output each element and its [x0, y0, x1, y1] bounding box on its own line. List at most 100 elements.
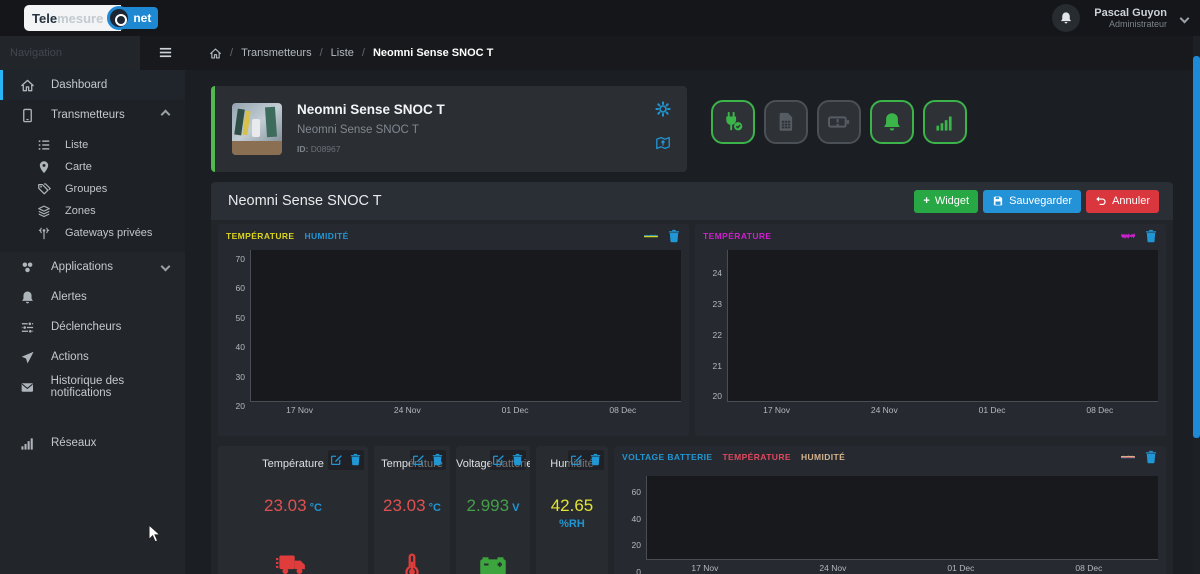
- battery-alert-icon: [827, 110, 851, 134]
- battery-alert-status-button[interactable]: [817, 100, 861, 144]
- menu-icon: [158, 45, 173, 60]
- user-role: Administrateur: [1108, 19, 1167, 30]
- delete-widget-button[interactable]: [1144, 448, 1158, 466]
- sidebar-item-carte[interactable]: Carte: [0, 156, 185, 178]
- layers-icon: [37, 204, 51, 218]
- bell-icon: [20, 290, 35, 305]
- undo-icon: [1095, 195, 1107, 207]
- save-button[interactable]: Sauvegarder: [983, 189, 1082, 213]
- app-logo[interactable]: Tele mesure net: [24, 5, 159, 31]
- widget-humidite: Humidité 42.65%RH: [536, 446, 608, 574]
- widget-value: 42.65: [550, 496, 594, 515]
- sim-status-button[interactable]: [764, 100, 808, 144]
- home-icon: [20, 78, 35, 93]
- breadcrumb-transmetteurs[interactable]: Transmetteurs: [241, 47, 312, 59]
- send-icon: [20, 350, 35, 365]
- power-status-button[interactable]: [711, 100, 755, 144]
- chart-plot: [250, 250, 681, 402]
- y-axis-labels: 0 20 40 60: [631, 487, 641, 574]
- sidebar-item-zones[interactable]: Zones: [0, 200, 185, 222]
- delete-widget-button[interactable]: [349, 451, 362, 469]
- sidebar-item-actions[interactable]: Actions: [0, 342, 185, 372]
- notifications-button[interactable]: [1052, 4, 1081, 32]
- user-menu-chevron-icon[interactable]: [1179, 13, 1190, 23]
- sidebar-item-applications[interactable]: Applications: [0, 252, 185, 282]
- trash-icon: [349, 453, 362, 466]
- widget-unit: °C: [428, 502, 441, 514]
- widget-value: 2.993: [466, 496, 510, 515]
- trash-icon: [1144, 229, 1158, 243]
- edit-widget-button[interactable]: [644, 227, 658, 245]
- delete-widget-button[interactable]: [511, 451, 524, 469]
- device-map-button[interactable]: [655, 134, 671, 152]
- chart-legend: VOLTAGE BATTERIE TEMPÉRATURE HUMIDITÉ: [622, 452, 845, 462]
- legend-item: TEMPÉRATURE: [226, 231, 295, 241]
- cancel-button[interactable]: Annuler: [1086, 189, 1159, 213]
- breadcrumb-liste[interactable]: Liste: [331, 47, 354, 59]
- edit-widget-button[interactable]: [412, 451, 425, 469]
- sidebar-item-transmetteurs[interactable]: Transmetteurs: [0, 100, 185, 130]
- x-axis-labels: 17 Nov 24 Nov 01 Dec 08 Dec: [763, 405, 1114, 415]
- device-subtitle: Neomni Sense SNOC T: [297, 124, 419, 136]
- chart-legend: TEMPÉRATURE HUMIDITÉ: [226, 231, 349, 241]
- add-widget-button[interactable]: + Widget: [914, 189, 979, 213]
- panel-title: Neomni Sense SNOC T: [228, 193, 382, 209]
- sidebar-item-liste[interactable]: Liste: [0, 134, 185, 156]
- edit-widget-button[interactable]: [1121, 448, 1135, 466]
- edit-widget-button[interactable]: [330, 451, 343, 469]
- y-axis-labels: 20 21 22 23 24: [712, 268, 722, 402]
- edit-widget-button[interactable]: [492, 451, 505, 469]
- chevron-up-icon: [160, 109, 171, 120]
- edit-widget-button[interactable]: [570, 451, 583, 469]
- legend-item: TEMPÉRATURE: [703, 231, 772, 241]
- scrollbar-thumb[interactable]: [1193, 56, 1200, 438]
- plug-check-icon: [722, 111, 744, 133]
- trash-icon: [589, 453, 602, 466]
- list-icon: [37, 138, 51, 152]
- edit-icon: [570, 453, 583, 466]
- delete-widget-button[interactable]: [1144, 227, 1158, 245]
- sidebar-item-historique-notifications[interactable]: Historique des notifications: [0, 372, 185, 402]
- device-settings-button[interactable]: [655, 100, 671, 118]
- edit-icon: [330, 453, 343, 466]
- delete-widget-button[interactable]: [431, 451, 444, 469]
- envelope-icon: [20, 380, 35, 395]
- delete-widget-button[interactable]: [667, 227, 681, 245]
- gear-icon: [655, 101, 671, 117]
- main-content: Neomni Sense SNOC T Neomni Sense SNOC T …: [185, 36, 1193, 574]
- sidebar-item-groupes[interactable]: Groupes: [0, 178, 185, 200]
- map-icon: [655, 135, 671, 151]
- sidebar-toggle-button[interactable]: [158, 44, 173, 62]
- device-status-buttons: [711, 100, 967, 144]
- transmitter-icon: [20, 108, 35, 123]
- sidebar-item-reseaux[interactable]: Réseaux: [0, 428, 185, 458]
- signal-status-button[interactable]: [923, 100, 967, 144]
- panel-actions: + Widget Sauvegarder Annuler: [914, 189, 1159, 213]
- breadcrumb-bar: / Transmetteurs / Liste / Neomni Sense S…: [140, 36, 1200, 70]
- widget-value: 23.03: [264, 496, 307, 515]
- sidebar-item-declencheurs[interactable]: Déclencheurs: [0, 312, 185, 342]
- truck-icon: [276, 550, 310, 574]
- chart-plot: [727, 250, 1158, 402]
- y-axis-labels: 20 30 40 50 60 70: [235, 253, 245, 412]
- trash-icon: [431, 453, 444, 466]
- sidebar: Navigation Dashboard Transmetteurs Liste…: [0, 36, 185, 574]
- chart-voltage-temperature-humidity: VOLTAGE BATTERIE TEMPÉRATURE HUMIDITÉ 0 20 4…: [614, 446, 1166, 574]
- signal-icon: [20, 436, 35, 451]
- edit-icon: [412, 453, 425, 466]
- home-icon[interactable]: [209, 47, 222, 60]
- delete-widget-button[interactable]: [589, 451, 602, 469]
- sidebar-item-alertes[interactable]: Alertes: [0, 282, 185, 312]
- edit-widget-button[interactable]: [1121, 227, 1135, 245]
- widget-value: 23.03: [383, 496, 426, 515]
- widget-unit: %RH: [559, 518, 585, 530]
- sidebar-item-gateways-privees[interactable]: Gateways privées: [0, 222, 185, 244]
- thermometer-icon: [399, 552, 425, 574]
- widget-unit: V: [512, 502, 520, 514]
- sidebar-item-dashboard[interactable]: Dashboard: [0, 70, 185, 100]
- legend-item: HUMIDITÉ: [304, 231, 349, 241]
- sliders-icon: [20, 320, 35, 335]
- top-bar: Tele mesure net Pascal Guyon Administrate…: [0, 0, 1200, 36]
- alerts-status-button[interactable]: [870, 100, 914, 144]
- widget-unit: °C: [309, 502, 322, 514]
